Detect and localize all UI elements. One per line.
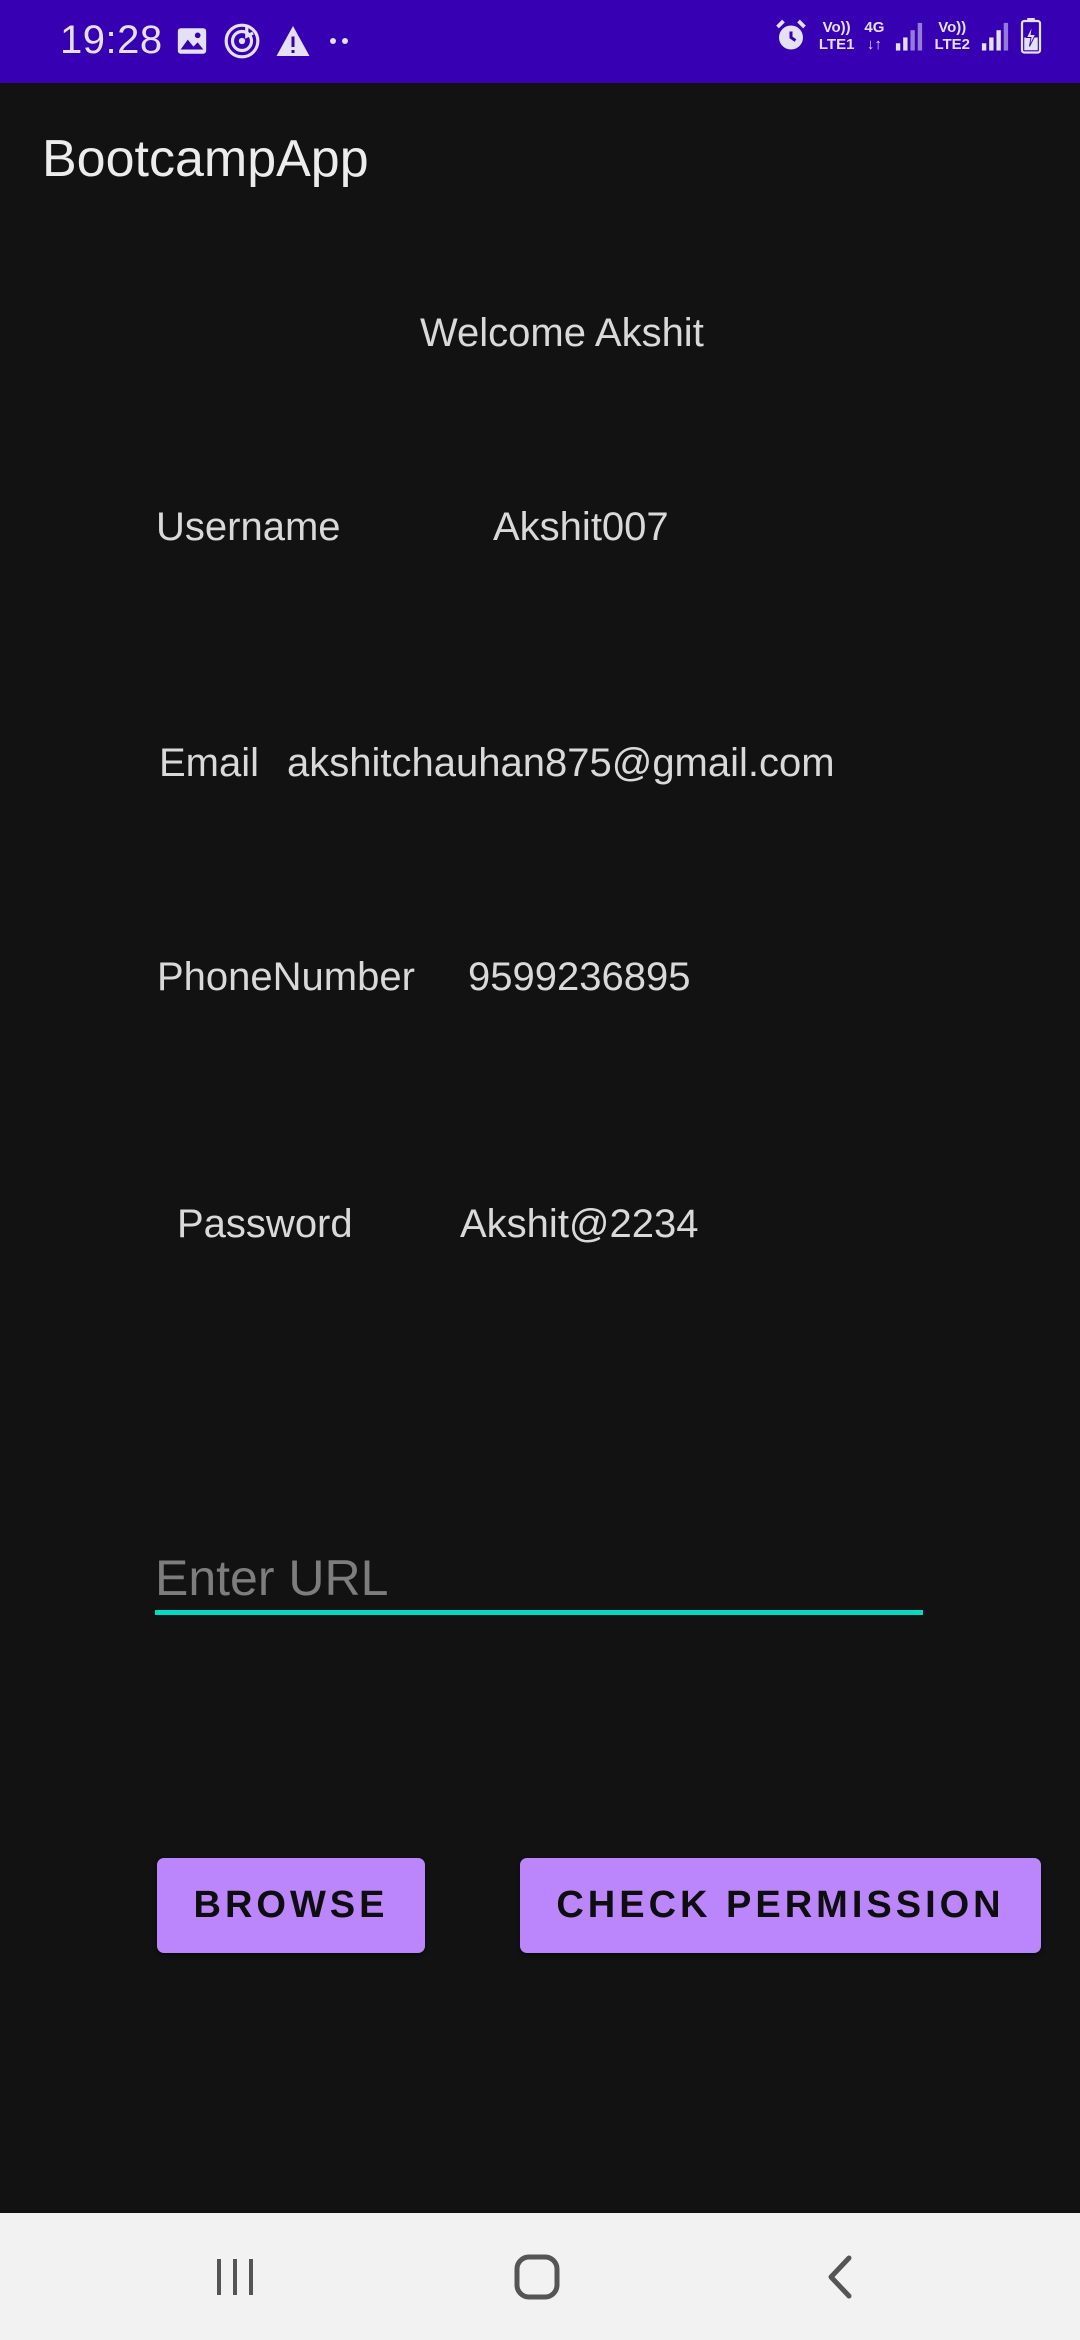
recents-icon xyxy=(217,2258,253,2295)
app-title: BootcampApp xyxy=(42,130,369,188)
phone-label: PhoneNumber xyxy=(157,955,415,999)
screen: 19:28 Vo)) LTE1 4G ↓↑ Vo)) LTE2 Bootcamp… xyxy=(0,0,1080,2340)
username-value: Akshit007 xyxy=(493,505,669,549)
alarm-icon xyxy=(776,19,806,50)
password-label: Password xyxy=(177,1202,353,1246)
home-button[interactable] xyxy=(437,2213,637,2340)
music-icon xyxy=(224,23,260,59)
navigation-bar xyxy=(0,2213,1080,2340)
welcome-text: Welcome Akshit xyxy=(420,311,704,355)
status-time: 19:28 xyxy=(60,18,163,62)
battery-charging-icon xyxy=(1020,18,1042,54)
volte1-bottom: LTE1 xyxy=(818,36,855,53)
password-value: Akshit@2234 xyxy=(460,1202,699,1246)
app-bar: BootcampApp xyxy=(0,83,1080,233)
signal2-icon xyxy=(981,22,1009,51)
home-icon xyxy=(514,2254,560,2299)
alert-icon xyxy=(276,26,310,56)
volte1-icon: Vo)) LTE1 xyxy=(819,19,855,53)
back-button[interactable] xyxy=(740,2213,940,2340)
volte1-top: Vo)) xyxy=(822,19,851,36)
image-icon xyxy=(177,28,207,54)
data-label: 4G xyxy=(864,19,885,36)
status-bar: 19:28 Vo)) LTE1 4G ↓↑ Vo)) LTE2 xyxy=(0,0,1080,83)
check-permission-button[interactable]: CHECK PERMISSION xyxy=(520,1858,1041,1953)
volte2-bottom: LTE2 xyxy=(934,36,970,53)
email-value: akshitchauhan875@gmail.com xyxy=(287,741,835,785)
data-arrows: ↓↑ xyxy=(866,36,882,53)
email-label: Email xyxy=(159,741,260,785)
browse-button[interactable]: BROWSE xyxy=(157,1858,425,1953)
phone-value: 9599236895 xyxy=(468,955,691,999)
more-dots-icon xyxy=(330,38,348,44)
volte2-icon: Vo)) LTE2 xyxy=(934,19,970,53)
recents-button[interactable] xyxy=(135,2213,335,2340)
url-input[interactable] xyxy=(155,1545,923,1615)
username-label: Username xyxy=(156,505,341,549)
volte2-top: Vo)) xyxy=(938,19,967,36)
status-right-icons: Vo)) LTE1 4G ↓↑ Vo)) LTE2 xyxy=(773,18,1042,54)
data-4g-icon: 4G ↓↑ xyxy=(864,19,884,53)
back-icon xyxy=(828,2255,852,2298)
signal1-icon xyxy=(896,22,923,51)
status-left-icons xyxy=(175,22,355,60)
